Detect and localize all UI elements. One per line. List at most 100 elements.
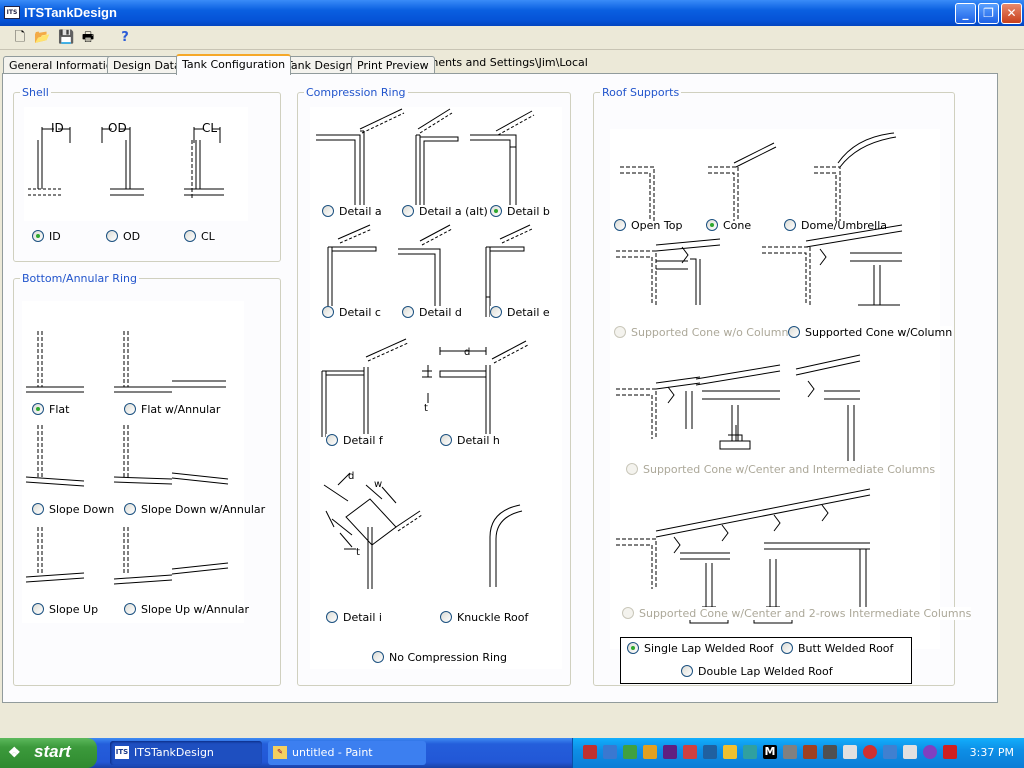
deck-option-single-lap[interactable]: Single Lap Welded Roof — [627, 642, 773, 655]
shell-group-label: Shell — [20, 86, 51, 99]
tray-icon[interactable] — [743, 745, 757, 759]
system-tray: M 3:37 PM — [572, 738, 1024, 768]
print-icon[interactable]: 🖶 — [80, 30, 96, 46]
title-bar[interactable]: ITS ITSTankDesign _ ❐ ✕ — [0, 0, 1024, 26]
comp-option-knuckle-roof[interactable]: Knuckle Roof — [440, 611, 529, 624]
volume-icon[interactable] — [903, 745, 917, 759]
bottom-option-slope-down-annular[interactable]: Slope Down w/Annular — [124, 503, 265, 516]
comp-option-detail-f[interactable]: Detail f — [326, 434, 383, 447]
roof-deck-type-box: Single Lap Welded Roof Butt Welded Roof … — [620, 637, 912, 684]
shell-option-od[interactable]: OD — [106, 230, 140, 243]
help-icon[interactable]: ? — [117, 30, 133, 46]
radio-icon — [322, 306, 334, 318]
tray-m-icon[interactable]: M — [763, 745, 777, 759]
radio-icon — [440, 434, 452, 446]
radio-icon — [124, 403, 136, 415]
tank-configuration-page: Shell ID OD CL ID OD CL Bottom/Annular R… — [2, 73, 998, 703]
shield-icon[interactable] — [723, 745, 737, 759]
bottom-option-flat[interactable]: Flat — [32, 403, 69, 416]
radio-icon — [788, 326, 800, 338]
close-button[interactable]: ✕ — [1001, 3, 1022, 24]
bottom-option-slope-down[interactable]: Slope Down — [32, 503, 114, 516]
taskbar: ❖ start ITS ITSTankDesign ✎ untitled - Pain… — [0, 738, 1024, 768]
comp-option-detail-d[interactable]: Detail d — [402, 306, 462, 319]
radio-icon — [626, 463, 638, 475]
clock: 3:37 PM — [969, 746, 1014, 759]
radio-icon — [402, 205, 414, 217]
save-icon[interactable]: 💾 — [58, 30, 74, 46]
shell-pic-id: ID — [51, 121, 64, 135]
tray-icon[interactable] — [583, 745, 597, 759]
deck-option-double-lap[interactable]: Double Lap Welded Roof — [681, 665, 833, 678]
bottom-option-flat-annular[interactable]: Flat w/Annular — [124, 403, 220, 416]
paint-icon: ✎ — [273, 746, 287, 759]
tray-icon[interactable] — [623, 745, 637, 759]
roof-option-center-2rows[interactable]: Supported Cone w/Center and 2-rows Inter… — [622, 607, 972, 620]
roof-option-supported-no-column[interactable]: Supported Cone w/o Column — [614, 326, 789, 339]
radio-icon — [32, 603, 44, 615]
bottom-group-label: Bottom/Annular Ring — [20, 272, 139, 285]
task-itstankdesign[interactable]: ITS ITSTankDesign — [110, 741, 262, 765]
tray-icon[interactable] — [663, 745, 677, 759]
radio-icon — [681, 665, 693, 677]
comp-option-detail-i[interactable]: Detail i — [326, 611, 382, 624]
task-paint[interactable]: ✎ untitled - Paint — [268, 741, 426, 765]
toolbar: 🗋 📂 💾 🖶 ? Currently open file = C:\Docum… — [0, 26, 1024, 69]
roof-option-open-top[interactable]: Open Top — [614, 219, 682, 232]
roof-option-dome[interactable]: Dome/Umbrella — [784, 219, 887, 232]
window-title: ITSTankDesign — [24, 5, 117, 20]
deck-option-butt-welded[interactable]: Butt Welded Roof — [781, 642, 893, 655]
radio-icon — [627, 642, 639, 654]
compression-ring-group: Compression Ring d t d w t Detail a Deta… — [297, 86, 571, 686]
new-file-icon[interactable]: 🗋 — [12, 30, 28, 46]
bottom-diagram — [22, 301, 244, 623]
radio-icon — [622, 607, 634, 619]
dim-t-label: t — [424, 403, 428, 414]
minimize-button[interactable]: _ — [955, 3, 976, 24]
radio-icon — [32, 503, 44, 515]
tray-icon[interactable] — [683, 745, 697, 759]
shell-group: Shell ID OD CL ID OD CL — [13, 86, 281, 262]
bottom-option-slope-up-annular[interactable]: Slope Up w/Annular — [124, 603, 249, 616]
comp-option-detail-b[interactable]: Detail b — [490, 205, 550, 218]
tab-tank-configuration[interactable]: Tank Configuration — [176, 54, 292, 75]
radio-icon — [781, 642, 793, 654]
app-window: ITS ITSTankDesign _ ❐ ✕ 🗋 📂 💾 🖶 ? Curren… — [0, 0, 1024, 738]
roof-option-cone[interactable]: Cone — [706, 219, 751, 232]
roof-option-center-intermediate[interactable]: Supported Cone w/Center and Intermediate… — [626, 463, 936, 476]
start-button[interactable]: ❖ start — [0, 738, 97, 768]
open-folder-icon[interactable]: 📂 — [34, 30, 50, 46]
comp-option-detail-a[interactable]: Detail a — [322, 205, 382, 218]
tray-icon[interactable] — [783, 745, 797, 759]
dim-d2-label: d — [348, 471, 355, 482]
radio-icon — [32, 230, 44, 242]
tray-icon[interactable] — [923, 745, 937, 759]
radio-icon — [106, 230, 118, 242]
radio-icon — [322, 205, 334, 217]
bottom-option-slope-up[interactable]: Slope Up — [32, 603, 98, 616]
no-entry-icon[interactable] — [863, 745, 877, 759]
security-icon[interactable] — [943, 745, 957, 759]
tray-icon[interactable] — [603, 745, 617, 759]
comp-option-detail-e[interactable]: Detail e — [490, 306, 550, 319]
tray-icon[interactable] — [703, 745, 717, 759]
shell-option-id[interactable]: ID — [32, 230, 61, 243]
app-icon: ITS — [115, 746, 129, 759]
shell-option-cl[interactable]: CL — [184, 230, 215, 243]
comp-option-detail-a-alt[interactable]: Detail a (alt) — [402, 205, 488, 218]
radio-icon — [706, 219, 718, 231]
shell-pic-cl: CL — [202, 121, 218, 135]
comp-option-none[interactable]: No Compression Ring — [372, 651, 507, 664]
compression-group-label: Compression Ring — [304, 86, 408, 99]
comp-option-detail-c[interactable]: Detail c — [322, 306, 381, 319]
tray-icon[interactable] — [643, 745, 657, 759]
maximize-button[interactable]: ❐ — [978, 3, 999, 24]
tray-icon[interactable] — [803, 745, 817, 759]
roof-option-supported-column[interactable]: Supported Cone w/Column — [788, 326, 953, 339]
comp-option-detail-h[interactable]: Detail h — [440, 434, 500, 447]
shell-diagram: ID OD CL — [24, 107, 248, 221]
network-icon[interactable] — [883, 745, 897, 759]
tray-icon[interactable] — [823, 745, 837, 759]
monitor-icon[interactable] — [843, 745, 857, 759]
shell-pic-od: OD — [108, 121, 127, 135]
